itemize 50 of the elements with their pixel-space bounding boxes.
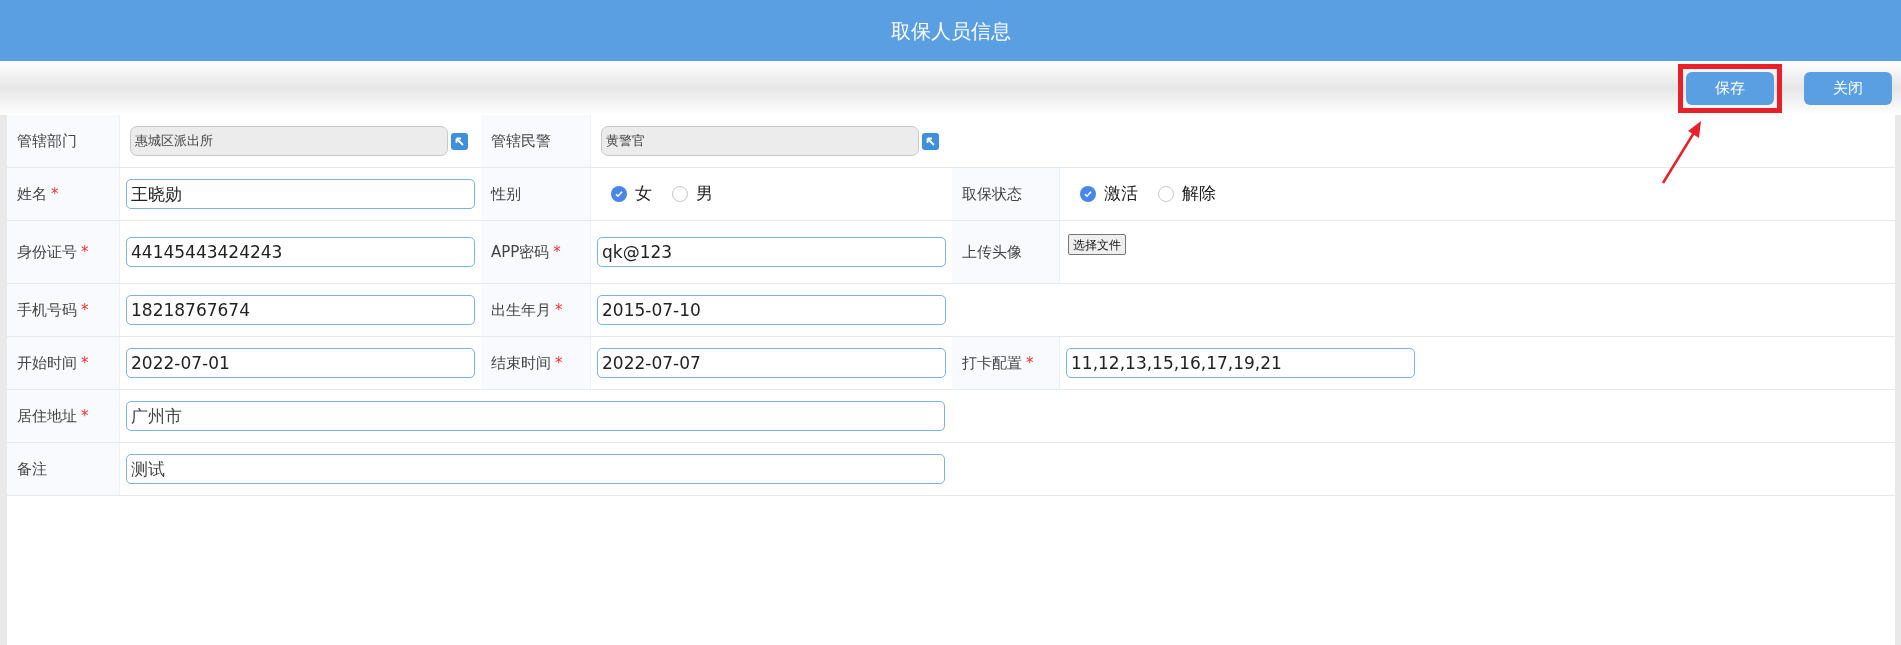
radio-button[interactable] [611,186,627,202]
field-label: 居住地址 [17,405,77,427]
required-mark: * [555,299,563,321]
field-label: 出生年月 [491,299,551,321]
field-label: 备注 [17,458,47,480]
input-field[interactable]: 11,12,13,15,16,17,19,21 [1066,348,1415,378]
input-field[interactable]: 18218767674 [126,295,475,325]
check-icon [1083,189,1093,199]
select-icon[interactable] [451,132,468,150]
input-field[interactable]: 2022-07-07 [597,348,946,378]
check-icon [614,189,624,199]
radio-button[interactable] [1080,186,1096,202]
field-label: 身份证号 [17,241,77,263]
page-title: 取保人员信息 [890,17,1011,45]
field-label: 姓名 [17,183,47,205]
required-mark: * [555,352,563,374]
field-label: 管辖民警 [491,130,551,152]
input-field[interactable]: 2022-07-01 [126,348,475,378]
radio-label: 解除 [1182,182,1216,206]
required-mark: * [1026,352,1034,374]
required-mark: * [81,241,89,263]
input-field[interactable]: 广州市 [126,401,945,431]
field-label: 性别 [491,183,521,205]
field-label: 管辖部门 [17,130,77,152]
input-field[interactable]: 2015-07-10 [597,295,946,325]
input-field[interactable]: 测试 [126,454,945,484]
radio-label: 女 [635,182,652,206]
required-mark: * [81,352,89,374]
radio-label: 男 [696,182,713,206]
field-label: 取保状态 [962,183,1022,205]
input-field[interactable]: qk@123 [597,237,946,267]
field-label: APP密码 [491,241,550,263]
radio-label: 激活 [1104,182,1138,206]
select-icon[interactable] [922,132,939,150]
field-label: 上传头像 [962,241,1022,263]
input-field[interactable]: 黄警官 [601,126,919,156]
radio-button[interactable] [1158,186,1174,202]
required-mark: * [51,183,59,205]
input-field[interactable]: 惠城区派出所 [130,126,448,156]
required-mark: * [553,241,561,263]
field-label: 开始时间 [17,352,77,374]
field-label: 结束时间 [491,352,551,374]
input-field[interactable]: 王晓勋 [126,179,475,209]
field-label: 手机号码 [17,299,77,321]
required-mark: * [81,405,89,427]
input-field[interactable]: 44145443424243 [126,237,475,267]
required-mark: * [81,299,89,321]
choose-file-button[interactable]: 选择文件 [1068,234,1126,255]
radio-button[interactable] [672,186,688,202]
field-label: 打卡配置 [962,352,1022,374]
